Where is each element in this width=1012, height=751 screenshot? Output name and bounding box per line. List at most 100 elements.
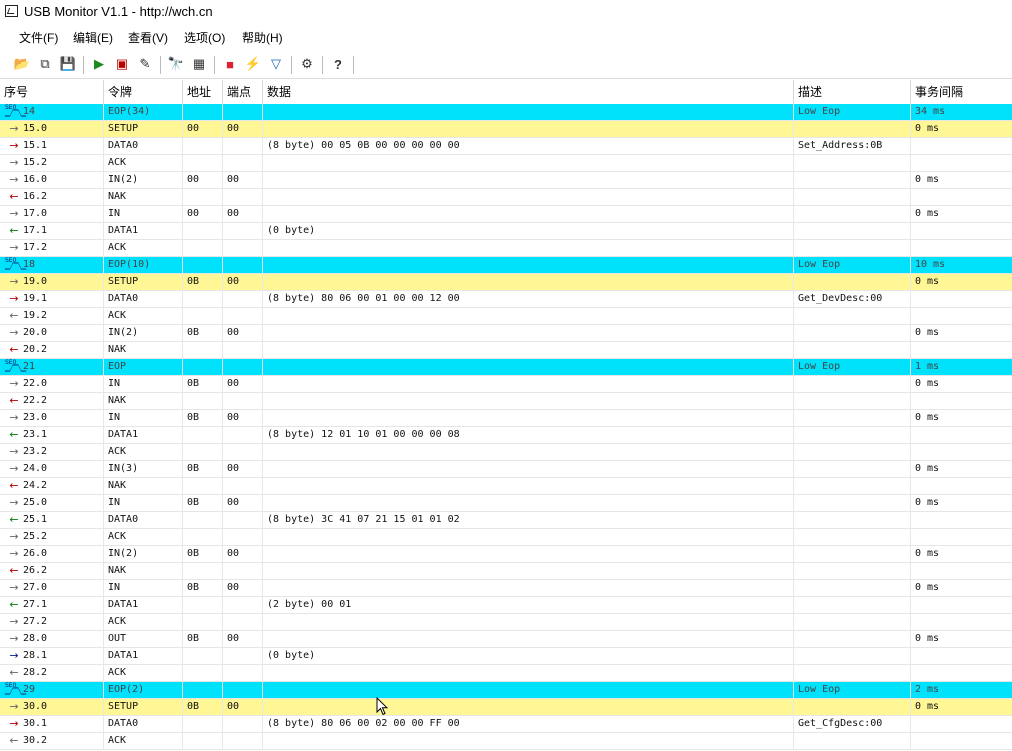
cell-description xyxy=(794,393,911,409)
table-row[interactable]: ← 25.1 DATA0 (8 byte) 3C 41 07 21 15 01 01 … xyxy=(0,512,1012,529)
eop-row[interactable]: SE0 ▁╱▔╲▁ 29 EOP(2) Low Eop 2 ms xyxy=(0,682,1012,699)
trigger-icon[interactable]: ⚡ xyxy=(244,55,262,73)
edit-filter-icon[interactable]: ✎ xyxy=(136,55,154,73)
cell-data xyxy=(263,376,794,392)
cell-address xyxy=(183,648,223,664)
grid-view-icon[interactable]: ▦ xyxy=(190,55,208,73)
cell-token: ACK xyxy=(104,529,183,545)
table-row[interactable]: ← 17.1 DATA1 (0 byte) xyxy=(0,223,1012,240)
table-row[interactable]: → 28.0 OUT 0B 00 0 ms xyxy=(0,631,1012,648)
table-row[interactable]: → 16.0 IN(2) 00 00 0 ms xyxy=(0,172,1012,189)
table-row[interactable]: → 30.1 DATA0 (8 byte) 80 06 00 02 00 00 FF … xyxy=(0,716,1012,733)
column-header-interval[interactable]: 事务间隔 xyxy=(911,80,1012,104)
column-header-address[interactable]: 地址 xyxy=(183,80,223,104)
table-row[interactable]: ← 27.1 DATA1 (2 byte) 00 01 xyxy=(0,597,1012,614)
start-capture-icon[interactable]: ▶ xyxy=(90,55,108,73)
cell-seq: 15.2 xyxy=(0,155,104,171)
menu-help[interactable]: 帮助(H) xyxy=(242,29,283,46)
menu-options[interactable]: 选项(O) xyxy=(184,29,225,46)
cell-endpoint xyxy=(223,155,263,171)
cell-description xyxy=(794,121,911,137)
table-row[interactable]: → 17.0 IN 00 00 0 ms xyxy=(0,206,1012,223)
cell-data xyxy=(263,342,794,358)
column-header-token[interactable]: 令牌 xyxy=(104,80,183,104)
table-row[interactable]: ← 24.2 NAK xyxy=(0,478,1012,495)
table-row[interactable]: → 27.0 IN 0B 00 0 ms xyxy=(0,580,1012,597)
setup-row[interactable]: → 30.0 SETUP 0B 00 0 ms xyxy=(0,699,1012,716)
cell-data: (8 byte) 12 01 10 01 00 00 00 08 xyxy=(263,427,794,443)
menu-file[interactable]: 文件(F) xyxy=(19,29,58,46)
table-row[interactable]: ← 16.2 NAK xyxy=(0,189,1012,206)
column-header-seq[interactable]: 序号 xyxy=(0,80,104,104)
table-row[interactable]: → 24.0 IN(3) 0B 00 0 ms xyxy=(0,461,1012,478)
table-row[interactable]: → 23.0 IN 0B 00 0 ms xyxy=(0,410,1012,427)
cell-description xyxy=(794,461,911,477)
cell-seq: 18 xyxy=(0,257,104,273)
setup-row[interactable]: → 19.0 SETUP 0B 00 0 ms xyxy=(0,274,1012,291)
color-settings-icon[interactable]: ■ xyxy=(221,55,239,73)
cell-interval: 0 ms xyxy=(915,582,940,593)
table-row[interactable]: → 25.2 ACK xyxy=(0,529,1012,546)
eop-row[interactable]: SE0 ▁╱▔╲▁ 14 EOP(34) Low Eop 34 ms xyxy=(0,104,1012,121)
menu-view[interactable]: 查看(V) xyxy=(128,29,168,46)
properties-icon[interactable]: ⚙ xyxy=(298,55,316,73)
cell-token: SETUP xyxy=(104,699,183,715)
table-row[interactable]: → 23.2 ACK xyxy=(0,444,1012,461)
column-header-data[interactable]: 数据 xyxy=(263,80,794,104)
cell-data xyxy=(263,461,794,477)
cell-data xyxy=(263,121,794,137)
table-row[interactable]: ← 19.2 ACK xyxy=(0,308,1012,325)
table-row[interactable]: ← 30.2 ACK xyxy=(0,733,1012,750)
help-icon[interactable]: ? xyxy=(329,55,347,73)
table-row[interactable]: → 22.0 IN 0B 00 0 ms xyxy=(0,376,1012,393)
cell-data xyxy=(263,733,794,749)
cell-interval xyxy=(911,614,1012,630)
save-icon[interactable]: 💾 xyxy=(59,55,77,73)
eop-row[interactable]: SE0 ▁╱▔╲▁ 21 EOP Low Eop 1 ms xyxy=(0,359,1012,376)
table-row[interactable]: ← 20.2 NAK xyxy=(0,342,1012,359)
table-row[interactable]: ← 22.2 NAK xyxy=(0,393,1012,410)
filter-icon[interactable]: ▽ xyxy=(267,55,285,73)
table-row[interactable]: ← 26.2 NAK xyxy=(0,563,1012,580)
table-row[interactable]: → 28.1 DATA1 (0 byte) xyxy=(0,648,1012,665)
cell-data xyxy=(263,308,794,324)
export-icon[interactable]: ⧉ xyxy=(36,55,54,73)
setup-row[interactable]: → 15.0 SETUP 00 00 0 ms xyxy=(0,121,1012,138)
toolbar-separator xyxy=(353,56,354,74)
menu-edit[interactable]: 编辑(E) xyxy=(73,29,113,46)
eop-row[interactable]: SE0 ▁╱▔╲▁ 18 EOP(10) Low Eop 10 ms xyxy=(0,257,1012,274)
cell-data xyxy=(263,172,794,188)
open-folder-icon[interactable]: 📂 xyxy=(13,55,31,73)
table-row[interactable]: → 25.0 IN 0B 00 0 ms xyxy=(0,495,1012,512)
find-icon[interactable]: 🔭 xyxy=(167,55,185,73)
cell-interval xyxy=(911,138,1012,154)
column-header-endpoint[interactable]: 端点 xyxy=(223,80,263,104)
table-row[interactable]: → 27.2 ACK xyxy=(0,614,1012,631)
cell-endpoint: 00 xyxy=(223,274,263,290)
cell-data xyxy=(263,495,794,511)
cell-data xyxy=(263,240,794,256)
cell-data: (0 byte) xyxy=(263,648,794,664)
cell-seq: 23.2 xyxy=(0,444,104,460)
cell-data xyxy=(263,410,794,426)
cell-seq: 30.1 xyxy=(0,716,104,732)
cell-description xyxy=(794,427,911,443)
table-row[interactable]: → 19.1 DATA0 (8 byte) 80 06 00 01 00 00 12 … xyxy=(0,291,1012,308)
table-row[interactable]: ← 28.2 ACK xyxy=(0,665,1012,682)
table-row[interactable]: → 15.2 ACK xyxy=(0,155,1012,172)
cell-address xyxy=(183,342,223,358)
title-bar: USB Monitor V1.1 - http://wch.cn xyxy=(0,0,1012,24)
table-row[interactable]: ← 23.1 DATA1 (8 byte) 12 01 10 01 00 00 00 … xyxy=(0,427,1012,444)
cell-seq: 17.2 xyxy=(0,240,104,256)
column-header-description[interactable]: 描述 xyxy=(794,80,911,104)
table-row[interactable]: → 26.0 IN(2) 0B 00 0 ms xyxy=(0,546,1012,563)
table-row[interactable]: → 15.1 DATA0 (8 byte) 00 05 0B 00 00 00 00 … xyxy=(0,138,1012,155)
cell-seq: 24.2 xyxy=(0,478,104,494)
table-row[interactable]: → 20.0 IN(2) 0B 00 0 ms xyxy=(0,325,1012,342)
cell-data xyxy=(263,274,794,290)
stop-capture-icon[interactable]: ▣ xyxy=(113,55,131,73)
table-row[interactable]: → 17.2 ACK xyxy=(0,240,1012,257)
transaction-list: SE0 ▁╱▔╲▁ 14 EOP(34) Low Eop 34 ms → 15.0 SETUP 0… xyxy=(0,104,1012,750)
cell-token: IN xyxy=(104,495,183,511)
cell-address: 0B xyxy=(183,699,223,715)
